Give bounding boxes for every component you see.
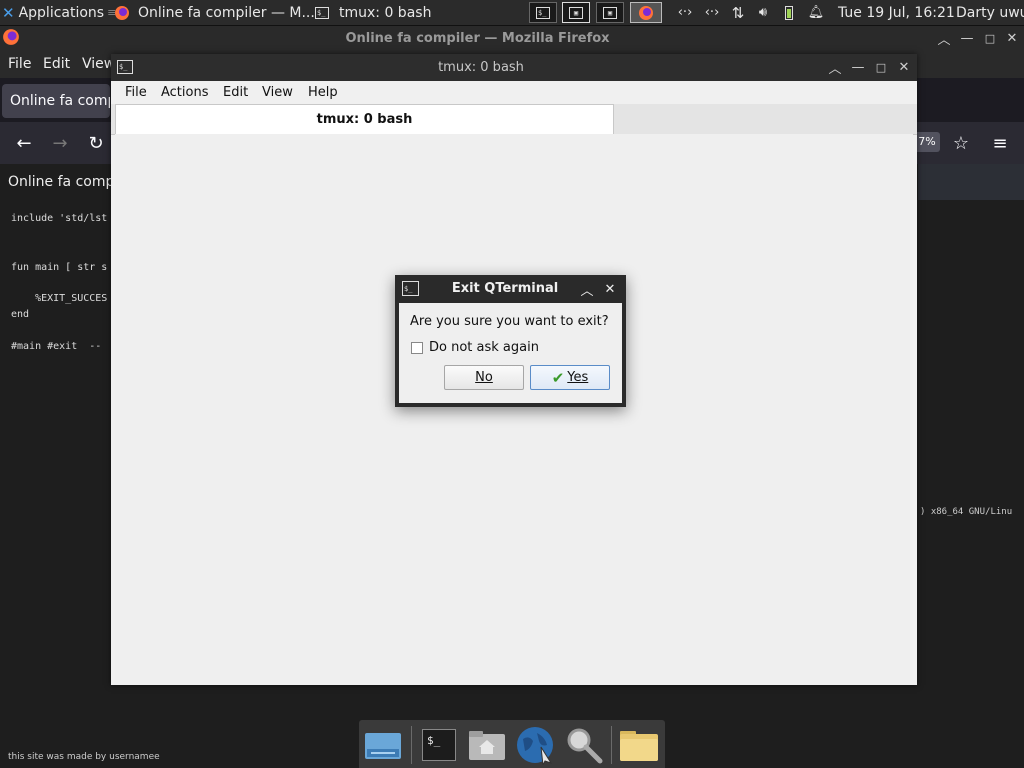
workspace-4[interactable] (630, 2, 662, 23)
ff-menu-file[interactable]: File (8, 51, 31, 78)
applications-label: Applications (18, 4, 105, 21)
dock-separator (411, 726, 412, 764)
hamburger-menu-icon[interactable]: ≡ (987, 130, 1013, 156)
yes-button[interactable]: ✔ Yes (530, 365, 610, 390)
qt-menu-actions[interactable]: Actions (161, 81, 209, 104)
terminal-area[interactable] (115, 134, 913, 680)
home-folder-icon[interactable] (466, 724, 508, 766)
minimize-icon[interactable]: — (959, 30, 975, 46)
qt-menu-edit[interactable]: Edit (223, 81, 248, 104)
exit-dialog: $_ Exit QTerminal ︿ ✕ Are you sure you w… (395, 275, 626, 407)
maximize-icon[interactable]: □ (873, 59, 889, 75)
site-footer: this site was made by usernamee (8, 752, 160, 762)
terminal-icon[interactable]: $_ (418, 724, 460, 766)
close-icon[interactable]: ✕ (896, 59, 912, 75)
close-icon[interactable]: ✕ (1004, 30, 1020, 46)
user-menu[interactable]: Darty uwu (956, 0, 1024, 25)
maximize-up-icon[interactable]: ︿ (827, 59, 843, 77)
window-icon: ▣ (603, 6, 617, 19)
code-line: %EXIT_SUCCES (11, 293, 108, 304)
web-browser-icon[interactable] (514, 724, 556, 766)
workspace-3[interactable]: ▣ (596, 2, 624, 23)
workspace-2[interactable]: ▣ (562, 2, 590, 23)
dialog-message: Are you sure you want to exit? (410, 314, 609, 329)
do-not-ask-checkbox[interactable] (411, 342, 423, 354)
firefox-icon (115, 5, 129, 20)
battery-icon[interactable] (782, 4, 796, 21)
no-button-label: No (475, 370, 493, 385)
yes-button-label: Yes (567, 370, 589, 385)
ff-menu-edit[interactable]: Edit (43, 51, 70, 78)
qterminal-window-title: tmux: 0 bash (438, 60, 524, 75)
terminal-output-snippet: ) x86_64 GNU/Linu (920, 507, 1013, 517)
forward-icon[interactable]: → (47, 130, 73, 156)
firefox-icon (639, 5, 653, 20)
page-header-strip (918, 164, 1024, 200)
code-line: fun main [ str s (11, 262, 108, 273)
maximize-up-icon[interactable]: ︿ (579, 281, 595, 299)
network-icon[interactable]: ‹·› (701, 4, 723, 21)
minimize-icon[interactable]: — (850, 59, 866, 75)
applications-icon: ✕ (2, 3, 15, 22)
workspace-1[interactable]: $_ (529, 2, 557, 23)
reload-icon[interactable]: ↻ (83, 130, 109, 156)
notification-bell-icon[interactable]: 🔔︎ (806, 4, 826, 21)
network-icon[interactable]: ‹·› (674, 4, 696, 21)
terminal-icon: $_ (402, 281, 419, 296)
clock[interactable]: Tue 19 Jul, 16:21 (838, 0, 955, 25)
applications-menu[interactable]: ✕ Applications ≡ (2, 0, 116, 25)
bookmark-star-icon[interactable]: ☆ (948, 130, 974, 156)
transfer-icon[interactable]: ⇅ (728, 4, 748, 22)
maximize-up-icon[interactable]: ︿ (936, 30, 952, 48)
no-button[interactable]: No (444, 365, 524, 390)
files-icon[interactable] (362, 724, 404, 766)
close-icon[interactable]: ✕ (602, 281, 618, 297)
zoom-indicator[interactable]: 7% (914, 132, 940, 152)
terminal-icon: $_ (315, 6, 329, 19)
task-firefox[interactable]: Online fa compiler — M... (114, 0, 315, 25)
qt-menu-file[interactable]: File (125, 81, 147, 104)
checkmark-icon: ✔ (551, 368, 565, 387)
do-not-ask-label[interactable]: Do not ask again (429, 340, 539, 355)
terminal-icon: $_ (536, 6, 550, 19)
back-icon[interactable]: ← (11, 130, 37, 156)
page-title: Online fa comp (8, 174, 115, 190)
dock-separator (611, 726, 612, 764)
code-line: end (11, 309, 30, 320)
firefox-window-title: Online fa compiler — Mozilla Firefox (345, 31, 610, 46)
dialog-title: Exit QTerminal (451, 281, 559, 296)
window-icon: ▣ (569, 6, 583, 19)
qterminal-tab[interactable]: tmux: 0 bash (115, 104, 614, 134)
task-terminal[interactable]: $_ tmux: 0 bash (315, 0, 431, 25)
search-icon[interactable] (563, 724, 605, 766)
task-firefox-label: Online fa compiler — M... (138, 4, 315, 21)
code-line: include 'std/lst (11, 213, 108, 224)
qt-menu-view[interactable]: View (262, 81, 293, 104)
volume-icon[interactable]: 🔊︎ (753, 4, 773, 21)
task-terminal-label: tmux: 0 bash (339, 4, 432, 21)
qt-menu-help[interactable]: Help (308, 81, 338, 104)
folder-icon[interactable] (618, 724, 660, 766)
firefox-tab[interactable]: Online fa compiler (2, 84, 110, 118)
code-line: #main #exit -- (11, 341, 102, 352)
maximize-icon[interactable]: □ (982, 30, 998, 46)
